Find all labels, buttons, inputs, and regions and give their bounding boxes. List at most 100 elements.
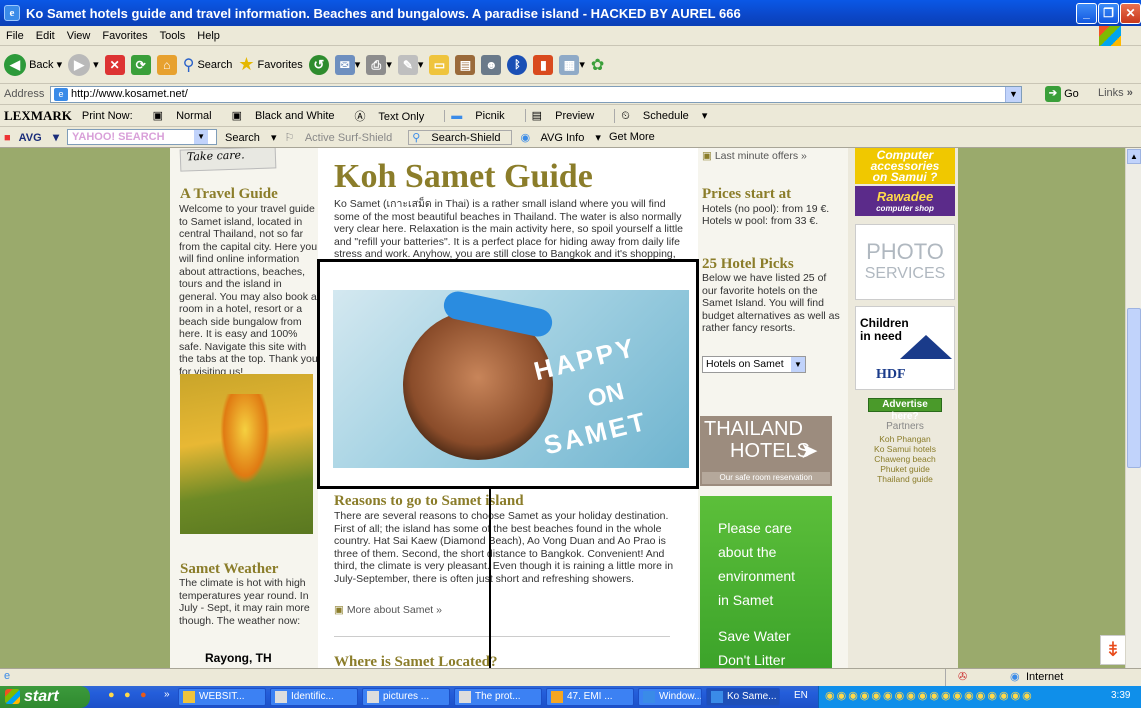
avg-info-button[interactable]: ◉ AVG Info ▾ — [520, 131, 600, 144]
messenger-button[interactable]: ☻ — [481, 54, 502, 75]
task-emi[interactable]: 47. EMI ... — [546, 688, 634, 706]
status-bar: e ✇ ◉ Internet — [0, 668, 1141, 687]
preview-button[interactable]: ▤ Preview — [524, 109, 605, 122]
address-dropdown-icon[interactable]: ▼ — [1005, 87, 1021, 102]
links-button[interactable]: Links » — [1098, 87, 1133, 99]
home-button[interactable]: ⌂ — [156, 54, 177, 75]
favorites-button[interactable]: ★ Favorites — [238, 54, 302, 75]
travel-guide-text: Welcome to your travel guide to Samet is… — [179, 203, 318, 378]
go-button[interactable]: ➔ Go — [1045, 86, 1079, 102]
scroll-thumb[interactable] — [1127, 308, 1141, 468]
hotels-select[interactable]: Hotels on Samet ▼ — [702, 356, 806, 373]
language-indicator[interactable]: EN — [794, 690, 808, 701]
photo-caption-happy: HAPPY — [530, 331, 640, 387]
addon-button[interactable]: ▮ — [533, 54, 554, 75]
edit-icon: ✎ — [397, 54, 418, 75]
happy-on-samet-photo[interactable]: HAPPY ON SAMET — [333, 290, 689, 468]
menu-view[interactable]: View — [67, 30, 91, 42]
select-dropdown-icon[interactable]: ▼ — [791, 357, 805, 372]
research-button[interactable]: ▤ — [455, 54, 476, 75]
forward-button[interactable]: ▶ ▾ — [68, 53, 99, 76]
search-button[interactable]: ⚲ Search — [183, 55, 233, 75]
research-icon: ▤ — [455, 54, 476, 75]
rawadee-ad[interactable]: Rawadee computer shop — [855, 186, 955, 216]
standard-toolbar: ◀ Back ▾ ▶ ▾ ✕ ⟳ ⌂ ⚲ Search ★ Favorites … — [0, 46, 1141, 84]
menu-favorites[interactable]: Favorites — [102, 30, 147, 42]
shield-icon: ⚐ — [284, 131, 295, 144]
refresh-icon: ⟳ — [130, 54, 151, 75]
yahoo-dropdown-icon[interactable]: ▼ — [194, 130, 209, 144]
photo-services-ad[interactable]: PHOTO SERVICES — [855, 224, 955, 300]
scroll-up-icon[interactable]: ▲ — [1127, 149, 1141, 164]
computer-ad[interactable]: Computer accessories on Samui ? — [855, 148, 955, 184]
task-identific[interactable]: Identific... — [270, 688, 358, 706]
get-more-button[interactable]: Get More — [609, 131, 655, 143]
edit-button[interactable]: ✎ ▾ — [397, 54, 423, 75]
quicklaunch-ie-icon[interactable]: ● — [124, 689, 131, 701]
scroll-down-icon[interactable]: ⇟ — [1100, 635, 1125, 665]
task-the-prot[interactable]: The prot... — [454, 688, 542, 706]
print-normal-button[interactable]: ▣ Normal — [153, 109, 222, 122]
thailand-hotels-banner[interactable]: THAILAND HOTELS ➤ Our safe room reservat… — [700, 416, 832, 486]
menu-tools[interactable]: Tools — [160, 30, 186, 42]
flower-image — [180, 374, 313, 534]
weather-heading: Samet Weather — [180, 561, 279, 577]
folder-icon — [183, 691, 195, 703]
mess-button[interactable]: ✿ — [591, 55, 604, 75]
print-bw-button[interactable]: ▣ Black and White — [232, 109, 345, 122]
last-minute-link[interactable]: ▣ Last minute offers » — [702, 150, 807, 162]
close-button[interactable]: ✕ — [1120, 3, 1141, 24]
task-websit[interactable]: WEBSIT... — [178, 688, 266, 706]
print-text-button[interactable]: Ⓐ Text Only — [355, 108, 435, 124]
window-titlebar[interactable]: e Ko Samet hotels guide and travel infor… — [0, 0, 1141, 26]
ie-icon — [711, 691, 723, 703]
back-button[interactable]: ◀ Back ▾ — [4, 53, 62, 76]
quicklaunch-icon[interactable]: ● — [108, 689, 115, 701]
partner-link[interactable]: Ko Samui hotels — [855, 444, 955, 454]
picnik-button[interactable]: ▬ Picnik — [444, 109, 514, 122]
mail-button[interactable]: ✉ ▾ — [334, 54, 360, 75]
printer-bw-icon: ▣ — [231, 110, 242, 122]
avg-search-button[interactable]: Search ▾ — [225, 131, 276, 144]
advertise-button[interactable]: Advertise here? — [868, 398, 942, 422]
menu-help[interactable]: Help — [197, 30, 220, 42]
minimize-button[interactable]: _ — [1076, 3, 1097, 24]
refresh-button[interactable]: ⟳ — [130, 54, 151, 75]
clock[interactable]: 3:39 — [1111, 690, 1130, 701]
more-about-samet-link[interactable]: ▣ More about Samet » — [334, 604, 442, 616]
task-pictures[interactable]: pictures ... — [362, 688, 450, 706]
bluetooth-button[interactable]: ᛒ — [507, 54, 528, 75]
schedule-button[interactable]: ⏲ Schedule ▾ — [614, 108, 707, 123]
task-ko-samet[interactable]: Ko Same... — [706, 688, 780, 706]
stop-button[interactable]: ✕ — [104, 54, 125, 75]
picnik-icon: ▬ — [451, 109, 463, 122]
yahoo-search-input[interactable]: YAHOO! SEARCH ▼ — [67, 129, 218, 145]
weather-location: Rayong, TH — [205, 651, 272, 665]
calc-button[interactable]: ▦ ▾ — [559, 54, 585, 75]
quicklaunch-more-icon[interactable]: » — [164, 689, 170, 700]
menu-file[interactable]: File — [6, 30, 24, 42]
start-button[interactable]: start — [0, 686, 90, 708]
search-icon: ⚲ — [182, 56, 195, 74]
avg-logo[interactable]: ■ AVG ▾ — [4, 130, 59, 144]
print-now-label[interactable]: Print Now: — [82, 110, 143, 122]
partner-link[interactable]: Chaweng beach — [855, 454, 955, 464]
tray-icons[interactable]: ◉◉◉◉◉◉◉◉◉◉◉◉◉◉◉◉◉◉ — [825, 689, 1034, 702]
search-shield-button[interactable]: ⚲ Search-Shield — [408, 129, 513, 145]
maximize-button[interactable]: ❐ — [1098, 3, 1119, 24]
main-title: Koh Samet Guide — [334, 158, 593, 195]
print-button[interactable]: ⎙ ▾ — [366, 54, 392, 75]
children-in-need-ad[interactable]: Children in need HDF — [855, 306, 955, 390]
environment-banner[interactable]: Please care about the environment in Sam… — [700, 496, 832, 668]
folder-button[interactable]: ▭ — [429, 54, 450, 75]
menu-edit[interactable]: Edit — [36, 30, 55, 42]
partner-link[interactable]: Phuket guide — [855, 464, 955, 474]
address-input[interactable]: e http://www.kosamet.net/ ▼ — [50, 86, 1022, 103]
partner-link[interactable]: Thailand guide — [855, 474, 955, 484]
vertical-scrollbar[interactable]: ▲ — [1125, 148, 1141, 668]
history-button[interactable]: ↺ — [308, 54, 329, 75]
surf-shield-button[interactable]: ⚐ Active Surf-Shield — [284, 131, 400, 144]
partner-link[interactable]: Koh Phangan — [855, 434, 955, 444]
quicklaunch-firefox-icon[interactable]: ● — [140, 689, 147, 701]
task-window[interactable]: Window... — [638, 688, 702, 706]
